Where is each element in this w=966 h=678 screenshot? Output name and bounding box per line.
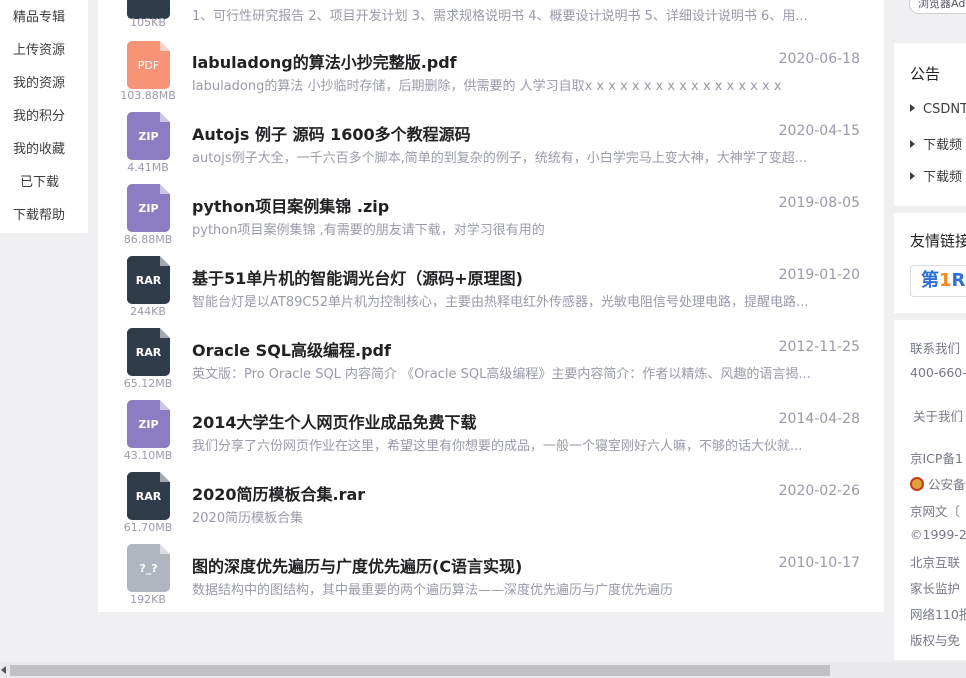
resource-description: 数据结构中的图结构，其中最重要的两个遍历算法——深度优先遍历与广度优先遍历 [192, 583, 674, 598]
resource-title-link[interactable]: 基于51单片机的智能调光台灯（源码+原理图) [192, 265, 752, 289]
scrollbar-thumb[interactable] [10, 665, 830, 676]
caret-right-icon [910, 172, 915, 180]
left-nav: 精品专辑 上传资源 我的资源 我的积分 我的收藏 已下载 下载帮助 [0, 0, 88, 233]
horizontal-scrollbar[interactable] [0, 662, 966, 678]
list-item[interactable]: ZIP 86.88MB python项目案例集锦 .zip 2019-08-05… [98, 184, 884, 260]
rar-file-icon: RAR [127, 256, 170, 304]
caret-right-icon [910, 104, 915, 112]
resource-title-link[interactable]: 2014大学生个人网页作业成品免费下载 [192, 409, 752, 433]
file-size: 65.12MB [123, 377, 173, 390]
footer-parent-guardian[interactable]: 家长监护 [910, 578, 960, 597]
sidebar-search-input[interactable]: 浏览器Ad [909, 0, 966, 14]
announcement-link[interactable]: 下载频 [910, 134, 962, 153]
zip-file-icon: ZIP [127, 400, 170, 448]
announcement-card: 公告 CSDNT 下载频 下载频 [894, 43, 966, 206]
file-size: 105KB [130, 16, 166, 29]
nav-item-my-points[interactable]: 我的积分 [0, 100, 88, 133]
resource-description: autojs例子大全，一千六百多个脚本,简单的到复杂的例子，统统有，小白学完马上… [192, 151, 808, 166]
resource-title-link[interactable]: labuladong的算法小抄完整版.pdf [192, 49, 752, 73]
friend-links-heading: 友情链接 [910, 232, 966, 250]
footer-rights[interactable]: 版权与免 [910, 630, 960, 649]
file-size: 61.70MB [123, 521, 173, 534]
resource-description: 英文版：Pro Oracle SQL 内容简介 《Oracle SQL高级编程》… [192, 367, 811, 382]
resource-title-link[interactable]: Oracle SQL高级编程.pdf [192, 337, 752, 361]
announcement-link[interactable]: 下载频 [910, 166, 962, 185]
file-size: 192KB [130, 593, 166, 606]
list-item[interactable]: ZIP 43.10MB 2014大学生个人网页作业成品免费下载 2014-04-… [98, 400, 884, 476]
file-size: 4.41MB [127, 161, 169, 174]
file-size: 86.88MB [123, 233, 173, 246]
rar-file-icon: RAR [127, 328, 170, 376]
list-item[interactable]: RAR 244KB 基于51单片机的智能调光台灯（源码+原理图) 2019-01… [98, 256, 884, 332]
police-badge-icon [910, 477, 924, 491]
footer-copyright: ©1999-20 [910, 527, 966, 542]
resource-title-link[interactable]: Autojs 例子 源码 1600多个教程源码 [192, 121, 752, 145]
footer-culture-license[interactable]: 京网文〔 [910, 501, 960, 520]
resource-date: 2020-04-15 [778, 123, 860, 139]
nav-item-my-favorites[interactable]: 我的收藏 [0, 133, 88, 166]
list-item[interactable]: 105KB 1、可行性研究报告 2、项目开发计划 3、需求规格说明书 4、概要设… [98, 0, 884, 29]
resource-description: 2020简历模板合集 [192, 511, 304, 526]
resource-description: python项目案例集锦 ,有需要的朋友请下载，对学习很有用的 [192, 223, 545, 238]
scroll-left-arrow-icon[interactable] [1, 666, 6, 674]
resource-date: 2019-08-05 [778, 195, 860, 211]
list-item[interactable]: ZIP 4.41MB Autojs 例子 源码 1600多个教程源码 2020-… [98, 112, 884, 188]
resource-date: 2020-06-18 [778, 51, 860, 67]
resource-date: 2014-04-28 [778, 411, 860, 427]
resource-description: labuladong的算法 小抄临时存储，后期删除，供需要的 人学习自取x x … [192, 79, 782, 94]
file-size: 103.88MB [120, 89, 176, 102]
footer-110-report[interactable]: 网络110报 [910, 604, 966, 623]
resource-description: 1、可行性研究报告 2、项目开发计划 3、需求规格说明书 4、概要设计说明书 5… [192, 9, 808, 24]
resource-title-link[interactable]: 图的深度优先遍历与广度优先遍历(C语言实现) [192, 553, 752, 577]
list-item[interactable]: ?_? 192KB 图的深度优先遍历与广度优先遍历(C语言实现) 2010-10… [98, 544, 884, 620]
nav-item-upload[interactable]: 上传资源 [0, 34, 88, 67]
rar-file-icon: RAR [127, 472, 170, 520]
caret-right-icon [910, 140, 915, 148]
resource-list: 105KB 1、可行性研究报告 2、项目开发计划 3、需求规格说明书 4、概要设… [98, 0, 884, 612]
friend-links-card: 友情链接 第1R [894, 213, 966, 313]
partner-logo[interactable]: 第1R [910, 265, 966, 297]
nav-item-my-resources[interactable]: 我的资源 [0, 67, 88, 100]
unknown-file-icon: ?_? [127, 544, 170, 592]
nav-item-download-help[interactable]: 下载帮助 [0, 199, 88, 232]
resource-description: 智能台灯是以AT89C52单片机为控制核心，主要由热释电红外传感器，光敏电阻信号… [192, 295, 809, 310]
announcement-link[interactable]: CSDNT [910, 102, 966, 117]
resource-description: 我们分享了六份网页作业在这里，希望这里有你想要的成品，一般一个寝室刚好六人嘛，不… [192, 439, 803, 454]
resource-title-link[interactable]: python项目案例集锦 .zip [192, 193, 752, 217]
footer-about-link[interactable]: 关于我们 [913, 406, 963, 425]
footer-police-record[interactable]: 公安备 [910, 474, 966, 493]
resource-date: 2010-10-17 [778, 555, 860, 571]
footer-net-report[interactable]: 北京互联 [910, 552, 960, 571]
zip-file-icon: ZIP [127, 112, 170, 160]
resource-date: 2019-01-20 [778, 267, 860, 283]
zip-file-icon: ZIP [127, 184, 170, 232]
footer-contact: 联系我们 [910, 341, 961, 356]
nav-item-downloaded[interactable]: 已下载 [0, 166, 88, 199]
list-item[interactable]: RAR 61.70MB 2020简历模板合集.rar 2020-02-26 20… [98, 472, 884, 548]
footer-icp[interactable]: 京ICP备1 [910, 448, 963, 467]
pdf-file-icon: PDF [127, 41, 170, 89]
file-size: 43.10MB [123, 449, 173, 462]
list-item[interactable]: PDF 103.88MB labuladong的算法小抄完整版.pdf 2020… [98, 41, 884, 116]
site-footer-card: 联系我们 400-660- 关于我们 京ICP备1 公安备 京网文〔 ©1999… [894, 320, 966, 660]
announcement-heading: 公告 [910, 65, 941, 83]
footer-phone: 400-660- [910, 365, 966, 380]
resource-date: 2020-02-26 [778, 483, 860, 499]
list-item[interactable]: RAR 65.12MB Oracle SQL高级编程.pdf 2012-11-2… [98, 328, 884, 404]
file-size: 244KB [130, 305, 166, 318]
resource-date: 2012-11-25 [778, 339, 860, 355]
resource-title-link[interactable]: 2020简历模板合集.rar [192, 481, 752, 505]
nav-item-featured-albums[interactable]: 精品专辑 [0, 1, 88, 34]
